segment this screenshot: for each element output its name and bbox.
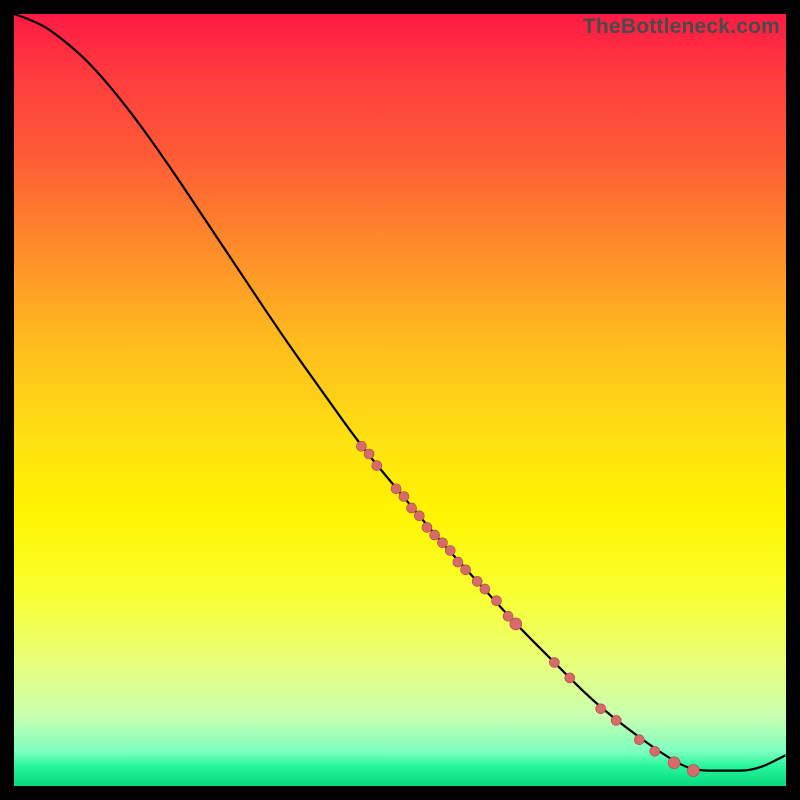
data-point bbox=[461, 565, 471, 575]
data-point bbox=[430, 530, 440, 540]
data-point bbox=[445, 546, 455, 556]
data-point bbox=[480, 584, 490, 594]
data-point bbox=[634, 735, 644, 745]
data-point bbox=[687, 765, 699, 777]
data-point bbox=[650, 746, 660, 756]
plot-area: TheBottleneck.com bbox=[14, 14, 786, 786]
bottleneck-curve bbox=[14, 14, 786, 771]
data-point bbox=[399, 492, 409, 502]
data-point bbox=[453, 557, 463, 567]
data-point bbox=[438, 538, 448, 548]
data-point bbox=[414, 511, 424, 521]
data-point bbox=[565, 673, 575, 683]
data-point bbox=[364, 449, 374, 459]
data-point bbox=[668, 757, 680, 769]
data-point bbox=[372, 461, 382, 471]
data-point bbox=[596, 704, 606, 714]
data-point bbox=[492, 596, 502, 606]
data-point bbox=[391, 484, 401, 494]
data-point bbox=[472, 576, 482, 586]
data-point bbox=[510, 618, 522, 630]
data-point bbox=[611, 715, 621, 725]
chart-svg bbox=[14, 14, 786, 786]
data-point bbox=[422, 522, 432, 532]
data-point bbox=[549, 658, 559, 668]
data-point bbox=[407, 503, 417, 513]
data-point bbox=[356, 441, 366, 451]
data-markers bbox=[356, 441, 699, 776]
chart-frame: TheBottleneck.com bbox=[0, 0, 800, 800]
